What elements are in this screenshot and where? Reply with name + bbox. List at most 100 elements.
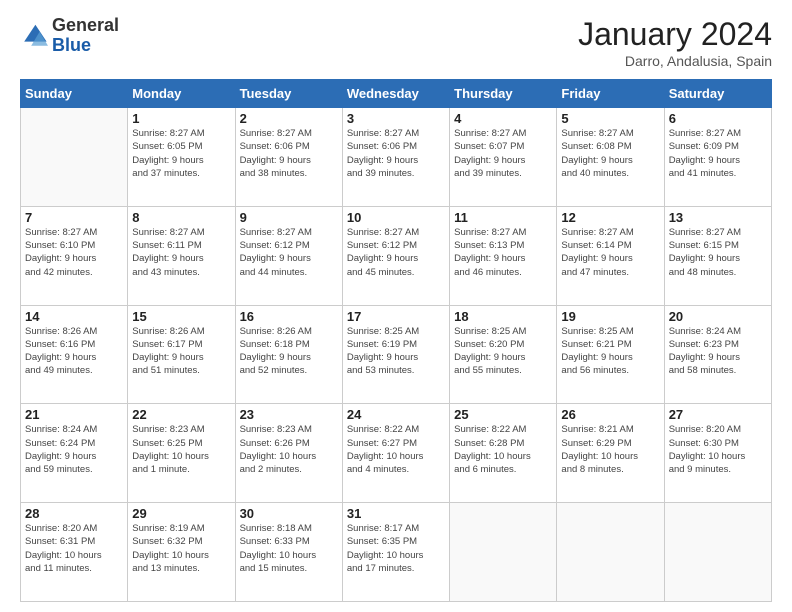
day-number: 2 bbox=[240, 111, 338, 126]
month-title: January 2024 bbox=[578, 16, 772, 53]
col-thursday: Thursday bbox=[450, 80, 557, 108]
day-info: Sunrise: 8:18 AM Sunset: 6:33 PM Dayligh… bbox=[240, 522, 338, 575]
table-row: 15Sunrise: 8:26 AM Sunset: 6:17 PM Dayli… bbox=[128, 305, 235, 404]
day-info: Sunrise: 8:27 AM Sunset: 6:15 PM Dayligh… bbox=[669, 226, 767, 279]
day-number: 15 bbox=[132, 309, 230, 324]
day-number: 1 bbox=[132, 111, 230, 126]
col-monday: Monday bbox=[128, 80, 235, 108]
day-info: Sunrise: 8:27 AM Sunset: 6:12 PM Dayligh… bbox=[240, 226, 338, 279]
day-number: 7 bbox=[25, 210, 123, 225]
day-info: Sunrise: 8:19 AM Sunset: 6:32 PM Dayligh… bbox=[132, 522, 230, 575]
day-number: 4 bbox=[454, 111, 552, 126]
day-number: 10 bbox=[347, 210, 445, 225]
day-info: Sunrise: 8:25 AM Sunset: 6:20 PM Dayligh… bbox=[454, 325, 552, 378]
day-number: 30 bbox=[240, 506, 338, 521]
table-row: 30Sunrise: 8:18 AM Sunset: 6:33 PM Dayli… bbox=[235, 503, 342, 602]
day-info: Sunrise: 8:26 AM Sunset: 6:18 PM Dayligh… bbox=[240, 325, 338, 378]
day-info: Sunrise: 8:26 AM Sunset: 6:17 PM Dayligh… bbox=[132, 325, 230, 378]
logo: General Blue bbox=[20, 16, 119, 56]
day-info: Sunrise: 8:25 AM Sunset: 6:19 PM Dayligh… bbox=[347, 325, 445, 378]
day-info: Sunrise: 8:27 AM Sunset: 6:05 PM Dayligh… bbox=[132, 127, 230, 180]
day-number: 19 bbox=[561, 309, 659, 324]
day-info: Sunrise: 8:22 AM Sunset: 6:28 PM Dayligh… bbox=[454, 423, 552, 476]
table-row: 12Sunrise: 8:27 AM Sunset: 6:14 PM Dayli… bbox=[557, 206, 664, 305]
table-row: 26Sunrise: 8:21 AM Sunset: 6:29 PM Dayli… bbox=[557, 404, 664, 503]
table-row: 27Sunrise: 8:20 AM Sunset: 6:30 PM Dayli… bbox=[664, 404, 771, 503]
day-number: 17 bbox=[347, 309, 445, 324]
day-number: 24 bbox=[347, 407, 445, 422]
col-sunday: Sunday bbox=[21, 80, 128, 108]
table-row: 20Sunrise: 8:24 AM Sunset: 6:23 PM Dayli… bbox=[664, 305, 771, 404]
table-row: 19Sunrise: 8:25 AM Sunset: 6:21 PM Dayli… bbox=[557, 305, 664, 404]
day-info: Sunrise: 8:27 AM Sunset: 6:10 PM Dayligh… bbox=[25, 226, 123, 279]
table-row: 21Sunrise: 8:24 AM Sunset: 6:24 PM Dayli… bbox=[21, 404, 128, 503]
day-info: Sunrise: 8:23 AM Sunset: 6:25 PM Dayligh… bbox=[132, 423, 230, 476]
day-info: Sunrise: 8:27 AM Sunset: 6:07 PM Dayligh… bbox=[454, 127, 552, 180]
day-info: Sunrise: 8:27 AM Sunset: 6:09 PM Dayligh… bbox=[669, 127, 767, 180]
day-number: 26 bbox=[561, 407, 659, 422]
day-number: 12 bbox=[561, 210, 659, 225]
day-number: 8 bbox=[132, 210, 230, 225]
day-info: Sunrise: 8:17 AM Sunset: 6:35 PM Dayligh… bbox=[347, 522, 445, 575]
title-section: January 2024 Darro, Andalusia, Spain bbox=[578, 16, 772, 69]
day-info: Sunrise: 8:21 AM Sunset: 6:29 PM Dayligh… bbox=[561, 423, 659, 476]
day-info: Sunrise: 8:27 AM Sunset: 6:11 PM Dayligh… bbox=[132, 226, 230, 279]
table-row: 22Sunrise: 8:23 AM Sunset: 6:25 PM Dayli… bbox=[128, 404, 235, 503]
day-number: 27 bbox=[669, 407, 767, 422]
table-row bbox=[450, 503, 557, 602]
day-number: 5 bbox=[561, 111, 659, 126]
calendar-week-row: 14Sunrise: 8:26 AM Sunset: 6:16 PM Dayli… bbox=[21, 305, 772, 404]
table-row: 18Sunrise: 8:25 AM Sunset: 6:20 PM Dayli… bbox=[450, 305, 557, 404]
table-row bbox=[664, 503, 771, 602]
col-tuesday: Tuesday bbox=[235, 80, 342, 108]
day-number: 23 bbox=[240, 407, 338, 422]
day-number: 31 bbox=[347, 506, 445, 521]
day-number: 16 bbox=[240, 309, 338, 324]
calendar-header-row: Sunday Monday Tuesday Wednesday Thursday… bbox=[21, 80, 772, 108]
table-row: 8Sunrise: 8:27 AM Sunset: 6:11 PM Daylig… bbox=[128, 206, 235, 305]
logo-icon bbox=[20, 22, 48, 50]
day-info: Sunrise: 8:27 AM Sunset: 6:08 PM Dayligh… bbox=[561, 127, 659, 180]
day-number: 3 bbox=[347, 111, 445, 126]
logo-blue: Blue bbox=[52, 36, 119, 56]
table-row: 17Sunrise: 8:25 AM Sunset: 6:19 PM Dayli… bbox=[342, 305, 449, 404]
day-number: 25 bbox=[454, 407, 552, 422]
table-row: 31Sunrise: 8:17 AM Sunset: 6:35 PM Dayli… bbox=[342, 503, 449, 602]
calendar-week-row: 7Sunrise: 8:27 AM Sunset: 6:10 PM Daylig… bbox=[21, 206, 772, 305]
header: General Blue January 2024 Darro, Andalus… bbox=[20, 16, 772, 69]
table-row bbox=[557, 503, 664, 602]
day-info: Sunrise: 8:20 AM Sunset: 6:31 PM Dayligh… bbox=[25, 522, 123, 575]
table-row bbox=[21, 108, 128, 207]
day-number: 18 bbox=[454, 309, 552, 324]
table-row: 9Sunrise: 8:27 AM Sunset: 6:12 PM Daylig… bbox=[235, 206, 342, 305]
table-row: 16Sunrise: 8:26 AM Sunset: 6:18 PM Dayli… bbox=[235, 305, 342, 404]
day-info: Sunrise: 8:25 AM Sunset: 6:21 PM Dayligh… bbox=[561, 325, 659, 378]
table-row: 5Sunrise: 8:27 AM Sunset: 6:08 PM Daylig… bbox=[557, 108, 664, 207]
calendar-week-row: 21Sunrise: 8:24 AM Sunset: 6:24 PM Dayli… bbox=[21, 404, 772, 503]
logo-general: General bbox=[52, 16, 119, 36]
day-number: 22 bbox=[132, 407, 230, 422]
day-number: 14 bbox=[25, 309, 123, 324]
day-number: 20 bbox=[669, 309, 767, 324]
table-row: 28Sunrise: 8:20 AM Sunset: 6:31 PM Dayli… bbox=[21, 503, 128, 602]
day-info: Sunrise: 8:27 AM Sunset: 6:13 PM Dayligh… bbox=[454, 226, 552, 279]
table-row: 24Sunrise: 8:22 AM Sunset: 6:27 PM Dayli… bbox=[342, 404, 449, 503]
day-info: Sunrise: 8:20 AM Sunset: 6:30 PM Dayligh… bbox=[669, 423, 767, 476]
day-number: 28 bbox=[25, 506, 123, 521]
table-row: 1Sunrise: 8:27 AM Sunset: 6:05 PM Daylig… bbox=[128, 108, 235, 207]
table-row: 11Sunrise: 8:27 AM Sunset: 6:13 PM Dayli… bbox=[450, 206, 557, 305]
table-row: 4Sunrise: 8:27 AM Sunset: 6:07 PM Daylig… bbox=[450, 108, 557, 207]
day-number: 29 bbox=[132, 506, 230, 521]
table-row: 29Sunrise: 8:19 AM Sunset: 6:32 PM Dayli… bbox=[128, 503, 235, 602]
table-row: 2Sunrise: 8:27 AM Sunset: 6:06 PM Daylig… bbox=[235, 108, 342, 207]
table-row: 23Sunrise: 8:23 AM Sunset: 6:26 PM Dayli… bbox=[235, 404, 342, 503]
day-info: Sunrise: 8:24 AM Sunset: 6:23 PM Dayligh… bbox=[669, 325, 767, 378]
col-friday: Friday bbox=[557, 80, 664, 108]
day-info: Sunrise: 8:27 AM Sunset: 6:14 PM Dayligh… bbox=[561, 226, 659, 279]
col-wednesday: Wednesday bbox=[342, 80, 449, 108]
day-info: Sunrise: 8:23 AM Sunset: 6:26 PM Dayligh… bbox=[240, 423, 338, 476]
table-row: 25Sunrise: 8:22 AM Sunset: 6:28 PM Dayli… bbox=[450, 404, 557, 503]
day-number: 9 bbox=[240, 210, 338, 225]
day-info: Sunrise: 8:22 AM Sunset: 6:27 PM Dayligh… bbox=[347, 423, 445, 476]
day-number: 6 bbox=[669, 111, 767, 126]
